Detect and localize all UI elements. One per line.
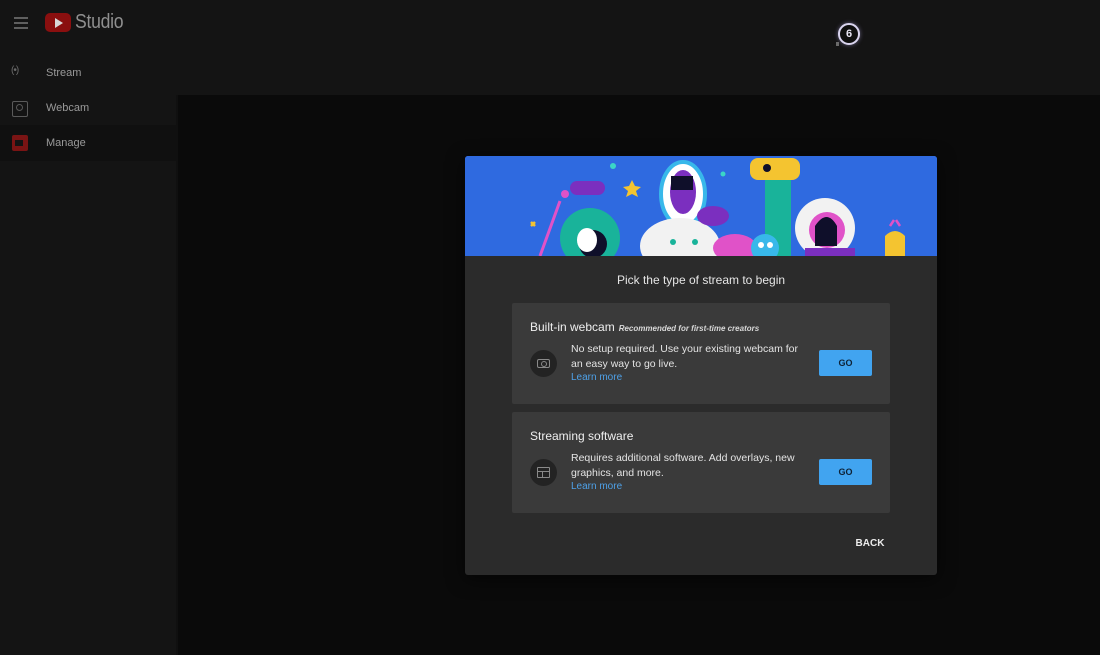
card-title: Streaming software bbox=[530, 429, 633, 443]
studio-logo[interactable]: Studio bbox=[45, 11, 130, 34]
learn-more-link[interactable]: Learn more bbox=[571, 372, 622, 383]
youtube-play-icon bbox=[45, 13, 71, 32]
notification-badge[interactable]: 6 bbox=[838, 23, 860, 45]
webcam-option-card: Built-in webcam Recommended for first-tim… bbox=[512, 303, 890, 404]
learn-more-link[interactable]: Learn more bbox=[571, 481, 622, 492]
sidebar-item-stream[interactable]: Stream bbox=[0, 55, 176, 91]
stream-icon bbox=[11, 65, 28, 81]
card-description: Requires additional software. Add overla… bbox=[571, 452, 795, 479]
card-title-text: Streaming software bbox=[530, 429, 634, 443]
software-go-button[interactable]: GO bbox=[819, 459, 872, 485]
sidebar: Stream Webcam Manage bbox=[0, 55, 178, 655]
back-button[interactable]: BACK bbox=[847, 534, 893, 552]
sidebar-item-label: Webcam bbox=[46, 102, 90, 114]
stream-type-dialog: Pick the type of stream to begin Built-i… bbox=[465, 156, 937, 575]
dialog-title: Pick the type of stream to begin bbox=[616, 273, 786, 287]
badge-indicator bbox=[836, 42, 839, 46]
sidebar-item-manage[interactable]: Manage bbox=[0, 125, 176, 161]
camera-icon bbox=[12, 101, 28, 117]
software-window-icon bbox=[537, 467, 550, 478]
camera-icon bbox=[537, 359, 550, 368]
card-icon-circle bbox=[530, 459, 557, 486]
card-title-text: Built-in webcam bbox=[530, 320, 615, 334]
card-icon-circle bbox=[530, 350, 557, 377]
calendar-icon bbox=[12, 135, 28, 151]
illustration-art bbox=[465, 156, 937, 256]
card-title: Built-in webcam Recommended for first-tim… bbox=[530, 320, 759, 334]
app-name: Studio bbox=[75, 11, 124, 33]
dialog-banner-illustration bbox=[465, 156, 937, 256]
menu-icon[interactable] bbox=[12, 14, 30, 30]
sidebar-item-label: Manage bbox=[46, 137, 86, 149]
streaming-software-option-card: Streaming software Requires additional s… bbox=[512, 412, 890, 513]
webcam-go-button[interactable]: GO bbox=[819, 350, 872, 376]
card-subtitle: Recommended for first-time creators bbox=[618, 324, 760, 333]
card-description: No setup required. Use your existing web… bbox=[571, 343, 799, 370]
sidebar-item-label: Stream bbox=[46, 67, 82, 79]
sidebar-item-webcam[interactable]: Webcam bbox=[0, 90, 176, 126]
